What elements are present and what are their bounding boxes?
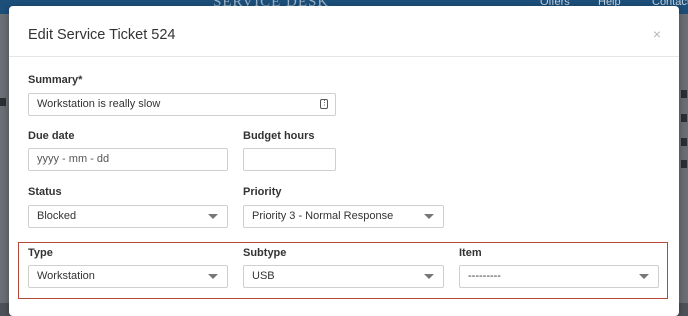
- item-value: ---------: [468, 270, 501, 282]
- type-label: Type: [28, 247, 53, 259]
- summary-input[interactable]: Workstation is really slow ⋮: [28, 93, 336, 116]
- background-mark: [681, 160, 687, 168]
- due-date-input[interactable]: yyyy - mm - dd: [28, 148, 228, 171]
- status-label: Status: [28, 186, 62, 198]
- modal-divider: [9, 56, 679, 57]
- item-select[interactable]: ---------: [459, 265, 659, 288]
- budget-hours-input[interactable]: [243, 148, 336, 171]
- background-mark: [681, 138, 687, 146]
- background-right-panel: [679, 14, 688, 303]
- background-mark: [0, 98, 6, 106]
- chevron-down-icon: [424, 274, 434, 279]
- text-options-icon[interactable]: ⋮: [320, 99, 328, 109]
- type-value: Workstation: [37, 270, 95, 282]
- modal-title: Edit Service Ticket 524: [28, 27, 176, 43]
- summary-label: Summary*: [28, 74, 83, 86]
- due-date-label: Due date: [28, 130, 75, 142]
- background-mark: [681, 90, 687, 98]
- chevron-down-icon: [639, 274, 649, 279]
- status-value: Blocked: [37, 210, 77, 222]
- subtype-select[interactable]: USB: [243, 265, 444, 288]
- priority-select[interactable]: Priority 3 - Normal Response: [243, 205, 444, 228]
- subtype-label: Subtype: [243, 247, 287, 259]
- item-label: Item: [459, 247, 482, 259]
- summary-value: Workstation is really slow: [37, 98, 161, 110]
- chevron-down-icon: [424, 214, 434, 219]
- background-mark: [681, 114, 687, 122]
- priority-label: Priority: [243, 186, 282, 198]
- subtype-value: USB: [252, 270, 275, 282]
- status-select[interactable]: Blocked: [28, 205, 228, 228]
- chevron-down-icon: [208, 274, 218, 279]
- background-left-panel: [0, 14, 9, 303]
- due-date-placeholder: yyyy - mm - dd: [37, 153, 110, 165]
- type-select[interactable]: Workstation: [28, 265, 228, 288]
- priority-value: Priority 3 - Normal Response: [252, 210, 394, 222]
- close-button[interactable]: ×: [653, 26, 661, 42]
- budget-hours-label: Budget hours: [243, 130, 315, 142]
- chevron-down-icon: [208, 214, 218, 219]
- edit-ticket-modal: Edit Service Ticket 524 × Summary* Works…: [9, 6, 679, 316]
